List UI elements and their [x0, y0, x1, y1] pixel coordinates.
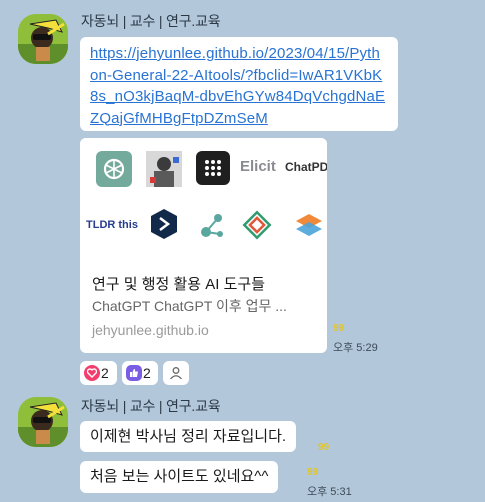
portrait-logo-icon — [146, 151, 182, 187]
unread-count: 99 — [307, 467, 319, 478]
tldr-logo-text: TLDR this — [86, 219, 138, 231]
message-bubble[interactable]: 처음 보는 사이트도 있네요^^ — [80, 461, 279, 493]
message-bubble[interactable]: 이제현 박사님 정리 자료입니다. — [80, 421, 297, 452]
sender-name-2: 자동뇌 | 교수 | 연구.교육 — [81, 398, 221, 414]
arrow-hexagon-logo-icon — [150, 208, 178, 240]
layers-logo-icon — [294, 210, 324, 240]
elicit-logo: Elicit — [240, 158, 276, 175]
message-text: 이제현 박사님 정리 자료입니다. — [90, 427, 287, 445]
link-preview-description: ChatGPT ChatGPT 이후 업무 ... — [92, 298, 287, 314]
message-time: 오후 5:29 — [333, 342, 378, 354]
sender-name: 자동뇌 | 교수 | 연구.교육 — [81, 13, 221, 29]
heart-icon — [84, 365, 100, 381]
chatpdf-logo: ChatPDF — [285, 160, 327, 174]
reaction-thumbs-up-count: 2 — [143, 365, 151, 381]
link-preview-title: 연구 및 행정 활용 AI 도구들 — [92, 276, 266, 293]
reaction-heart-count: 2 — [101, 365, 109, 381]
message-time: 오후 5:31 — [307, 486, 352, 498]
sender-avatar-2[interactable] — [18, 397, 68, 447]
sender-avatar[interactable] — [18, 14, 68, 64]
unread-count: 99 — [333, 323, 345, 334]
link-preview-card[interactable]: Elicit ChatPDF TLDR this 연구 및 행정 활용 AI 도… — [80, 138, 327, 353]
chatgpt-logo-icon — [96, 151, 132, 187]
thumbs-up-icon — [126, 365, 142, 381]
message-text: 처음 보는 사이트도 있네요^^ — [90, 468, 269, 485]
grid-logo-icon — [196, 151, 230, 185]
reaction-heart[interactable]: 2 — [80, 361, 117, 385]
reaction-thumbs-up[interactable]: 2 — [122, 361, 158, 385]
person-icon — [170, 367, 182, 380]
link-preview-image: Elicit ChatPDF TLDR this — [80, 138, 327, 262]
unread-count: 99 — [318, 442, 330, 453]
knot-logo-icon — [242, 210, 272, 240]
link-message-bubble[interactable]: https://jehyunlee.github.io/2023/04/15/P… — [80, 37, 398, 131]
link-preview-domain: jehyunlee.github.io — [92, 322, 209, 338]
molecule-logo-icon — [198, 210, 226, 240]
add-reaction-button[interactable] — [163, 361, 189, 385]
tldr-logo: TLDR this — [86, 212, 140, 238]
link-url[interactable]: https://jehyunlee.github.io/2023/04/15/P… — [90, 43, 388, 129]
